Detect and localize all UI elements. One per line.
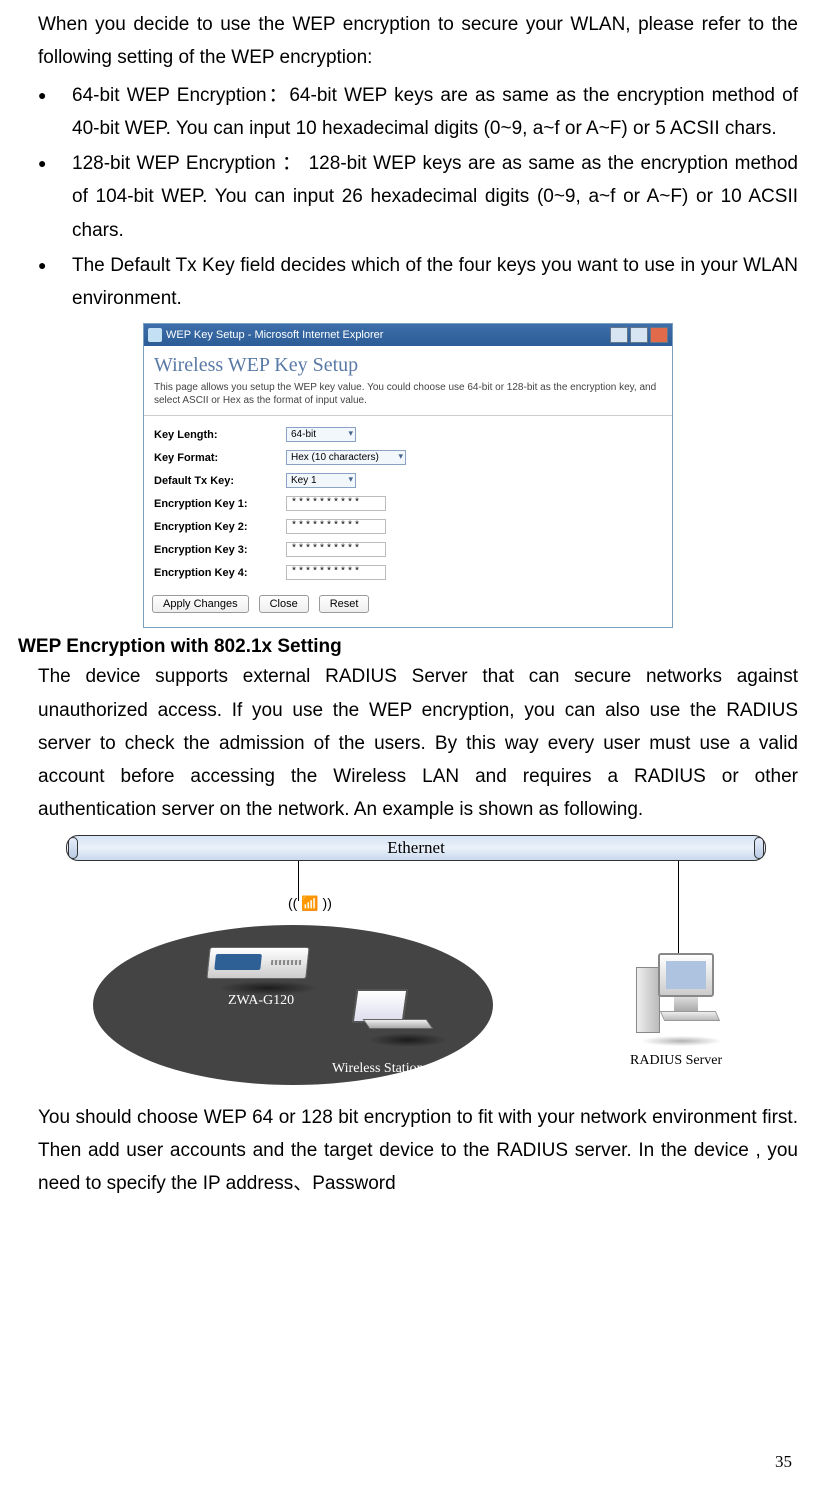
- default-tx-label: Default Tx Key:: [146, 470, 276, 491]
- window-title: WEP Key Setup - Microsoft Internet Explo…: [166, 329, 383, 341]
- antenna-icon: (( 📶 )): [288, 895, 332, 912]
- ie-icon: [148, 328, 162, 342]
- server-icon: [634, 953, 724, 1043]
- ie-window: WEP Key Setup - Microsoft Internet Explo…: [143, 323, 673, 628]
- enc-key1-label: Encryption Key 1:: [146, 493, 276, 514]
- enc-key2-label: Encryption Key 2:: [146, 516, 276, 537]
- wep-form: Key Length: 64-bit Key Format: Hex (10 c…: [144, 422, 672, 585]
- bullet-64bit: 64-bit WEP Encryption：64-bit WEP keys ar…: [38, 79, 798, 146]
- radius-server-label: RADIUS Server: [630, 1053, 722, 1069]
- ethernet-label: Ethernet: [387, 838, 445, 858]
- bullet-default-tx: The Default Tx Key field decides which o…: [38, 249, 798, 316]
- key-format-select[interactable]: Hex (10 characters): [286, 450, 406, 465]
- default-tx-select[interactable]: Key 1: [286, 473, 356, 488]
- network-diagram: Ethernet (( 📶 )) ZWA-G120 Wireless Stati…: [38, 835, 778, 1095]
- router-label: ZWA-G120: [228, 993, 294, 1009]
- wireless-station-label: Wireless Station: [332, 1061, 424, 1077]
- ethernet-bar: Ethernet: [66, 835, 766, 861]
- key-length-select[interactable]: 64-bit: [286, 427, 356, 442]
- enc-key3-label: Encryption Key 3:: [146, 539, 276, 560]
- wep-setup-screenshot: WEP Key Setup - Microsoft Internet Explo…: [143, 323, 673, 628]
- enc-key3-input[interactable]: **********: [286, 542, 386, 557]
- enc-key4-label: Encryption Key 4:: [146, 562, 276, 583]
- key-format-label: Key Format:: [146, 447, 276, 468]
- reset-button[interactable]: Reset: [319, 595, 370, 613]
- intro-text: When you decide to use the WEP encryptio…: [18, 8, 798, 75]
- page-description: This page allows you setup the WEP key v…: [144, 381, 672, 413]
- apply-button[interactable]: Apply Changes: [152, 595, 249, 613]
- laptop-icon: [354, 989, 434, 1033]
- post-diagram-text: You should choose WEP 64 or 128 bit encr…: [18, 1101, 798, 1201]
- enc-key1-input[interactable]: **********: [286, 496, 386, 511]
- drop-line-server: [678, 861, 679, 956]
- window-titlebar: WEP Key Setup - Microsoft Internet Explo…: [144, 324, 672, 346]
- section-text: The device supports external RADIUS Serv…: [18, 660, 798, 826]
- bullet-128bit: 128-bit WEP Encryption ： 128-bit WEP key…: [38, 147, 798, 247]
- close-button[interactable]: Close: [259, 595, 309, 613]
- key-length-label: Key Length:: [146, 424, 276, 445]
- wep-bullet-list: 64-bit WEP Encryption：64-bit WEP keys ar…: [18, 79, 798, 316]
- page-title: Wireless WEP Key Setup: [144, 346, 672, 381]
- enc-key2-input[interactable]: **********: [286, 519, 386, 534]
- router-icon: [206, 947, 309, 979]
- maximize-icon[interactable]: [630, 327, 648, 343]
- minimize-icon[interactable]: [610, 327, 628, 343]
- enc-key4-input[interactable]: **********: [286, 565, 386, 580]
- section-heading: WEP Encryption with 802.1x Setting: [18, 636, 798, 658]
- close-icon[interactable]: [650, 327, 668, 343]
- page-number: 35: [775, 1452, 792, 1472]
